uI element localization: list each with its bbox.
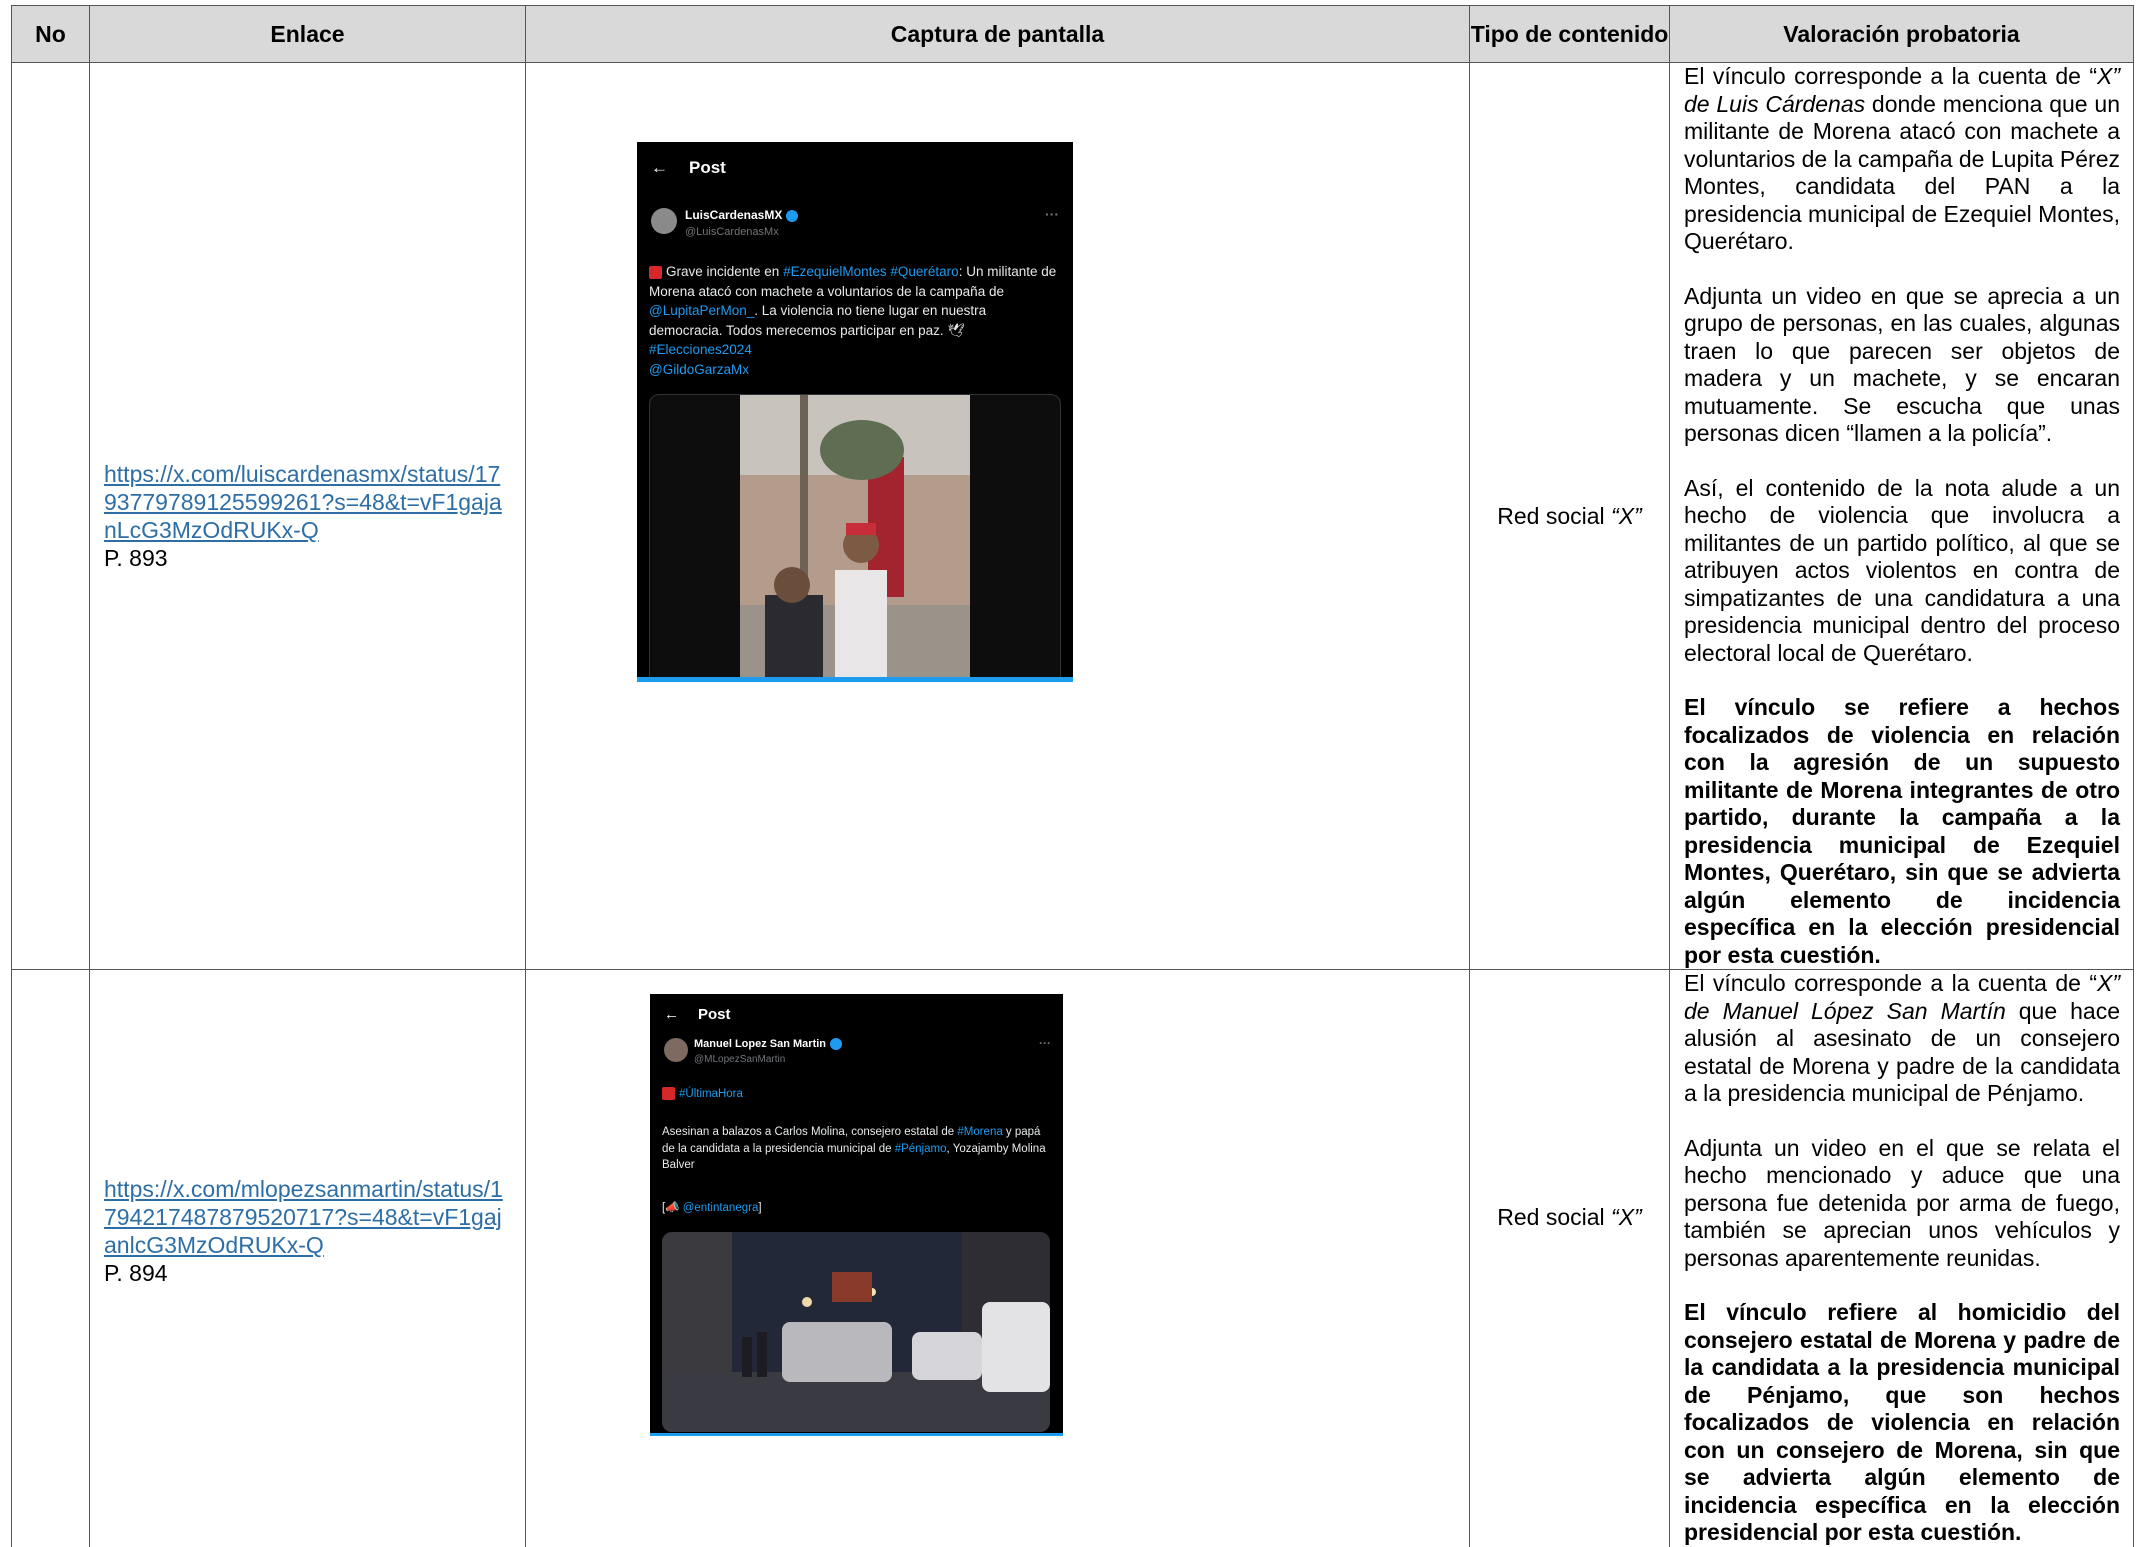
header-assessment: Valoración probatoria bbox=[1669, 5, 2134, 63]
video-progress-bar bbox=[637, 677, 1073, 682]
page-reference: P. 894 bbox=[104, 1260, 168, 1287]
assessment-paragraph: El vínculo corresponde a la cuenta de “X… bbox=[1684, 970, 2120, 1106]
video-frame bbox=[662, 1232, 1050, 1432]
back-arrow-icon: ← bbox=[664, 1006, 679, 1023]
post-header: Post bbox=[698, 1006, 731, 1023]
tweet-text: Asesinan a balazos a Carlos Molina, cons… bbox=[662, 1126, 1046, 1172]
page-reference: P. 893 bbox=[104, 545, 168, 571]
screenshot-cell: ← Post LuisCardenasMX @LuisCardenasMx ··… bbox=[525, 62, 1470, 970]
verified-icon bbox=[786, 209, 799, 222]
avatar bbox=[664, 1038, 688, 1062]
back-arrow-icon: ← bbox=[651, 158, 668, 177]
assessment-paragraph: Así, el contenido de la nota alude a un … bbox=[1684, 474, 2120, 666]
link-cell: https://x.com/luiscardenasmx/status/1793… bbox=[89, 62, 526, 970]
assessment-paragraph: Adjunta un video en el que se relata el … bbox=[1684, 1134, 2120, 1271]
tweet-text: Grave incidente en #EzequielMontes #Quer… bbox=[649, 264, 1057, 377]
assessment-paragraph: El vínculo corresponde a la cuenta de “X… bbox=[1684, 63, 2121, 254]
video-frame bbox=[740, 395, 970, 682]
tweet-author: Manuel Lopez San Martin bbox=[694, 1038, 843, 1051]
post-header: Post bbox=[689, 158, 726, 177]
more-icon: ··· bbox=[1045, 206, 1059, 222]
evidence-link[interactable]: https://x.com/luiscardenasmx/status/1793… bbox=[104, 461, 502, 543]
assessment-conclusion: El vínculo se refiere a hechos focalizad… bbox=[1684, 694, 2120, 968]
more-icon: ··· bbox=[1039, 1036, 1051, 1050]
avatar bbox=[651, 208, 677, 234]
header-no: No bbox=[11, 5, 90, 63]
video-progress-bar bbox=[650, 1433, 1063, 1436]
tweet-video bbox=[649, 394, 1061, 682]
assessment-cell: El vínculo corresponde a la cuenta de “X… bbox=[1669, 62, 2134, 970]
evidence-table: No Enlace Captura de pantalla Tipo de co… bbox=[11, 5, 2134, 1547]
tweet-handle: @LuisCardenasMx bbox=[685, 226, 779, 238]
tweet-video bbox=[662, 1232, 1050, 1432]
table-row: https://x.com/mlopezsanmartin/status/179… bbox=[11, 969, 2134, 1547]
tweet-screenshot: ← Post Manuel Lopez San Martin @MLopezSa… bbox=[650, 994, 1063, 1436]
header-row: No Enlace Captura de pantalla Tipo de co… bbox=[11, 5, 2134, 63]
header-screenshot: Captura de pantalla bbox=[525, 5, 1470, 63]
row-number-cell bbox=[11, 969, 90, 1547]
evidence-link[interactable]: https://x.com/mlopezsanmartin/status/179… bbox=[104, 1176, 503, 1258]
assessment-conclusion: El vínculo refiere al homicidio del cons… bbox=[1684, 1299, 2120, 1545]
tweet-author: LuisCardenasMX bbox=[685, 208, 799, 222]
siren-icon bbox=[662, 1087, 675, 1101]
tweet-hashtag-line: #ÚltimaHora bbox=[662, 1086, 743, 1103]
content-type-cell: Red social “X” bbox=[1469, 969, 1670, 1547]
verified-icon bbox=[830, 1038, 843, 1051]
tweet-handle: @MLopezSanMartin bbox=[694, 1054, 786, 1065]
assessment-cell: El vínculo corresponde a la cuenta de “X… bbox=[1669, 969, 2134, 1547]
dove-icon: 🕊 bbox=[947, 322, 965, 338]
header-link: Enlace bbox=[89, 5, 526, 63]
content-type-cell: Red social “X” bbox=[1469, 62, 1670, 970]
screenshot-cell: ← Post Manuel Lopez San Martin @MLopezSa… bbox=[525, 969, 1470, 1547]
link-cell: https://x.com/mlopezsanmartin/status/179… bbox=[89, 969, 526, 1547]
tweet-screenshot: ← Post LuisCardenasMX @LuisCardenasMx ··… bbox=[637, 142, 1073, 682]
tweet-source: [📣 @entintanegra] bbox=[662, 1202, 762, 1214]
siren-icon bbox=[649, 265, 662, 279]
megaphone-icon: 📣 bbox=[665, 1202, 680, 1214]
header-content-type: Tipo de contenido bbox=[1469, 5, 1670, 63]
assessment-paragraph: Adjunta un video en que se aprecia a un … bbox=[1684, 282, 2120, 447]
row-number-cell bbox=[11, 62, 90, 970]
table-row: https://x.com/luiscardenasmx/status/1793… bbox=[11, 62, 2134, 970]
